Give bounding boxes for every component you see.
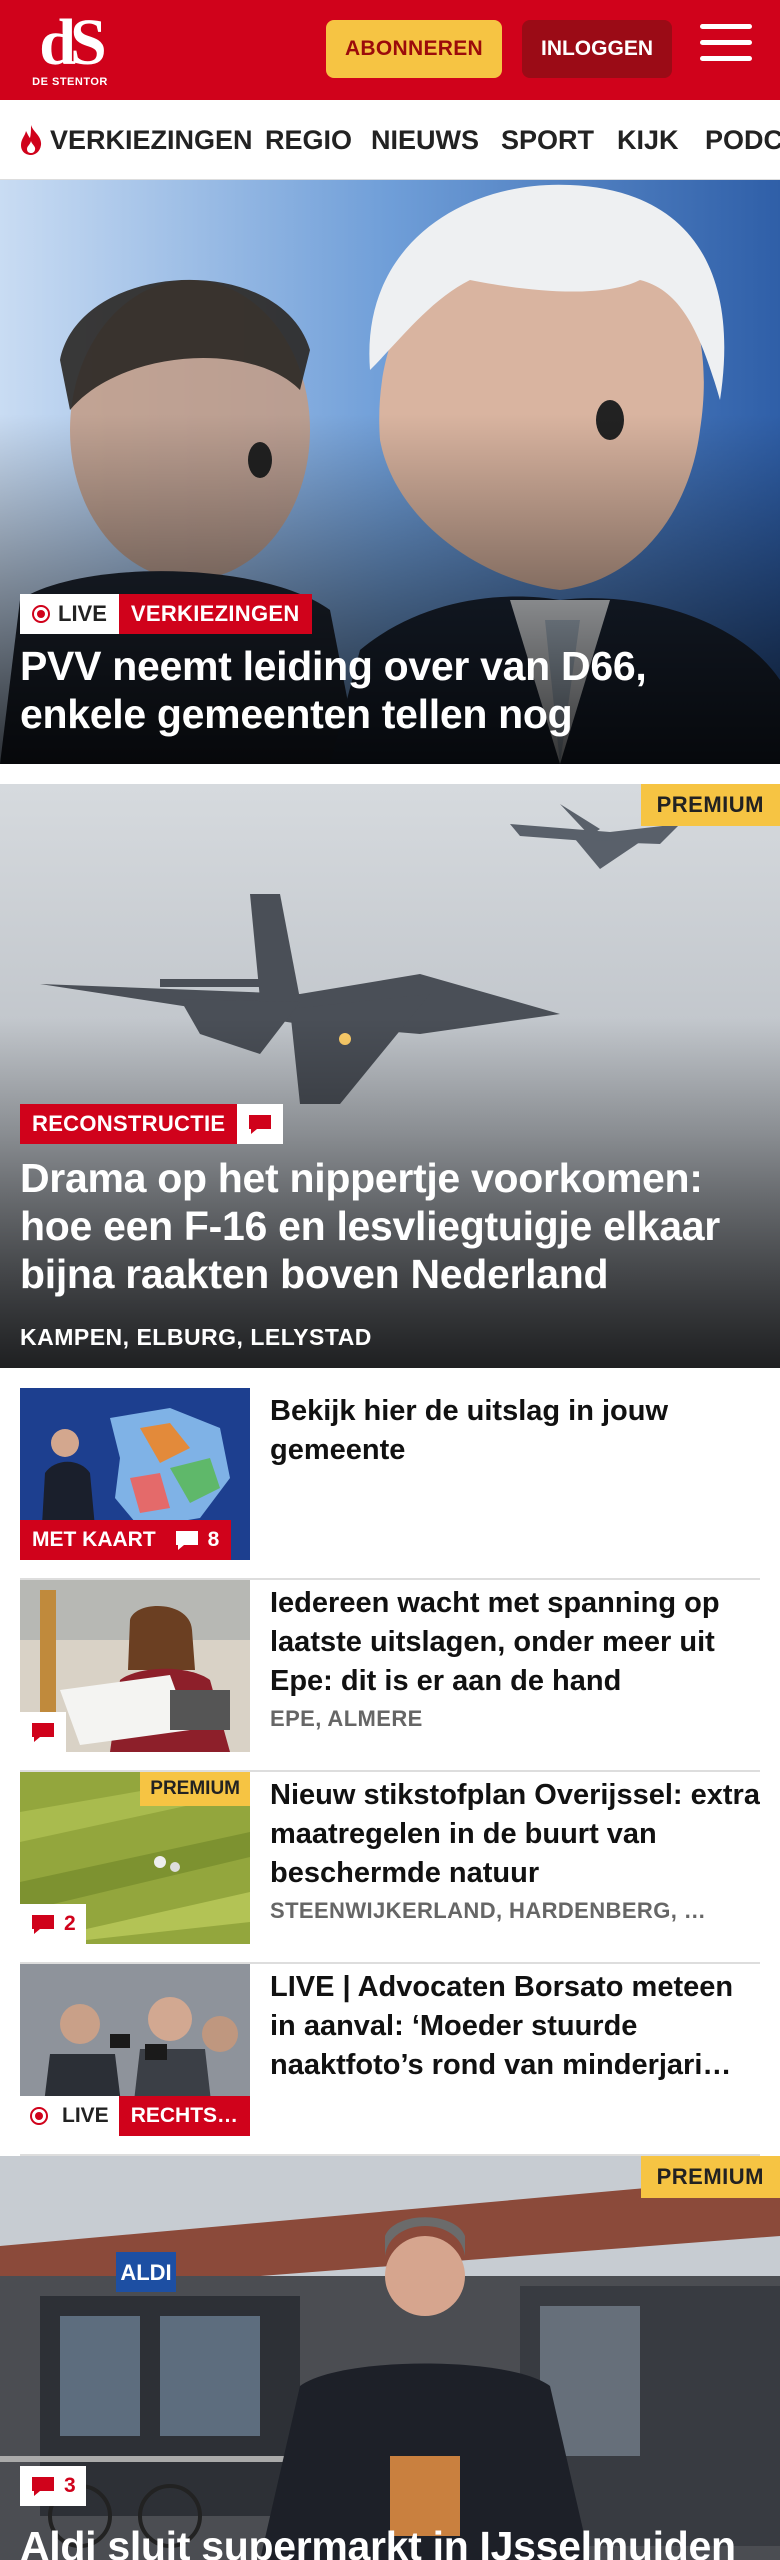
bottom-title[interactable]: Aldi sluit supermarkt in IJsselmuiden [20,2522,736,2560]
nav-item-regio[interactable]: REGIO [265,100,353,179]
thumbnail: PREMIUM 2 [20,1772,250,1944]
nav-item-label: PODCASTS [705,124,780,155]
site-logo[interactable]: dS DE STENTOR [28,6,112,89]
thumbnail [20,1580,250,1752]
bottom-badges: 3 [20,2466,86,2506]
live-badge: LIVE [20,2096,119,2136]
item-title[interactable]: LIVE | Advocaten Borsato meteen in aanva… [270,1968,760,2088]
comment-icon [32,2477,54,2496]
bottom-image: ALDI [0,2156,780,2560]
feature-title[interactable]: Drama op het nippertje voorkomen: hoe ee… [20,1154,740,1298]
premium-badge: PREMIUM [640,784,780,826]
item-places: EPE, ALMERE [270,1706,423,1731]
comment-count-value: 3 [64,2474,76,2497]
thumbnail: MET KAART 8 [20,1388,250,1560]
logo-name: DE STENTOR [32,76,108,88]
nav-item-kijk[interactable]: KIJK [617,100,679,179]
menu-icon[interactable] [700,24,752,72]
section-nav: VERKIEZINGEN REGIO NIEUWS SPORT KIJK POD… [0,100,780,180]
subscribe-button[interactable]: ABONNEREN [326,20,502,78]
nav-item-nieuws[interactable]: NIEUWS [371,100,479,179]
thumbnail: LIVE RECHTS… [20,1964,250,2136]
comment-count [20,1712,66,1752]
nav-item-label: VERKIEZINGEN [50,124,253,155]
nav-item-label: REGIO [265,124,353,155]
item-title[interactable]: Bekijk hier de uitslag in jouw gemeente [270,1392,760,1472]
live-dot-icon [32,605,50,623]
live-dot-icon [30,2107,48,2125]
feature-places: KAMPEN, ELBURG, LELYSTAD [20,1324,372,1350]
feature-badges: RECONSTRUCTIE [20,1104,284,1144]
item-title[interactable]: Nieuw stikstofplan Overijssel: extra maa… [270,1776,760,1896]
list-item[interactable]: LIVE RECHTS… LIVE | Advocaten Borsato me… [20,1964,760,2156]
hero-article[interactable]: LIVE VERKIEZINGEN PVV neemt leiding over… [0,180,780,764]
comment-icon [249,1115,272,1134]
list-item[interactable]: Iedereen wacht met spanning op laatste u… [20,1580,760,1772]
nav-item-podcasts[interactable]: PODCASTS [705,100,780,179]
nav-item-label: SPORT [501,124,595,155]
comment-count: 3 [20,2466,86,2506]
bottom-article[interactable]: ALDI PREMIUM 3 Aldi sluit supermarkt in … [0,2156,780,2560]
comment-icon [32,1723,54,1742]
live-label: LIVE [62,2104,109,2127]
category-tag: MET KAART [20,1520,168,1560]
comment-count: 2 [20,1904,86,1944]
comment-badge [237,1104,284,1144]
comment-count-value: 2 [64,1912,76,1935]
nav-item-verkiezingen[interactable]: VERKIEZINGEN [18,100,253,179]
store-sign: ALDI [120,2260,171,2285]
nav-item-sport[interactable]: SPORT [501,100,595,179]
list-item[interactable]: PREMIUM 2 Nieuw stikstofplan Overijssel:… [20,1772,760,1964]
thumbnail-badges: 2 [20,1904,86,1944]
live-badge: LIVE [20,594,119,634]
item-title[interactable]: Iedereen wacht met spanning op laatste u… [270,1584,760,1704]
login-button[interactable]: INLOGGEN [522,20,672,78]
premium-badge: PREMIUM [140,1772,250,1806]
comment-count-value: 8 [207,1528,220,1551]
top-bar: dS DE STENTOR ABONNEREN INLOGGEN [0,0,780,100]
thumbnail-badges [20,1712,66,1752]
comment-icon [32,1915,54,1934]
list-item[interactable]: MET KAART 8 Bekijk hier de uitslag in jo… [20,1388,760,1580]
flame-icon [21,125,42,155]
nav-item-label: KIJK [617,124,679,155]
logo-mark: dS [39,6,106,79]
feature-article[interactable]: PREMIUM RECONSTRUCTIE Drama op het nippe… [0,784,780,1368]
category-tag: RECHTS… [118,2096,250,2136]
nav-item-label: NIEUWS [371,124,479,155]
category-tag[interactable]: RECONSTRUCTIE [20,1104,238,1144]
premium-badge: PREMIUM [640,2156,780,2198]
comment-icon [175,1531,198,1550]
thumbnail-badges: LIVE RECHTS… [20,2096,250,2136]
comment-count: 8 [167,1520,232,1560]
hero-title[interactable]: PVV neemt leiding over van D66, enkele g… [20,642,740,738]
hero-badges: LIVE VERKIEZINGEN [20,594,312,634]
item-places: STEENWIJKERLAND, HARDENBERG, … [270,1898,707,1923]
live-label: LIVE [58,601,107,626]
category-tag[interactable]: VERKIEZINGEN [118,594,312,634]
thumbnail-badges: MET KAART 8 [20,1520,232,1560]
